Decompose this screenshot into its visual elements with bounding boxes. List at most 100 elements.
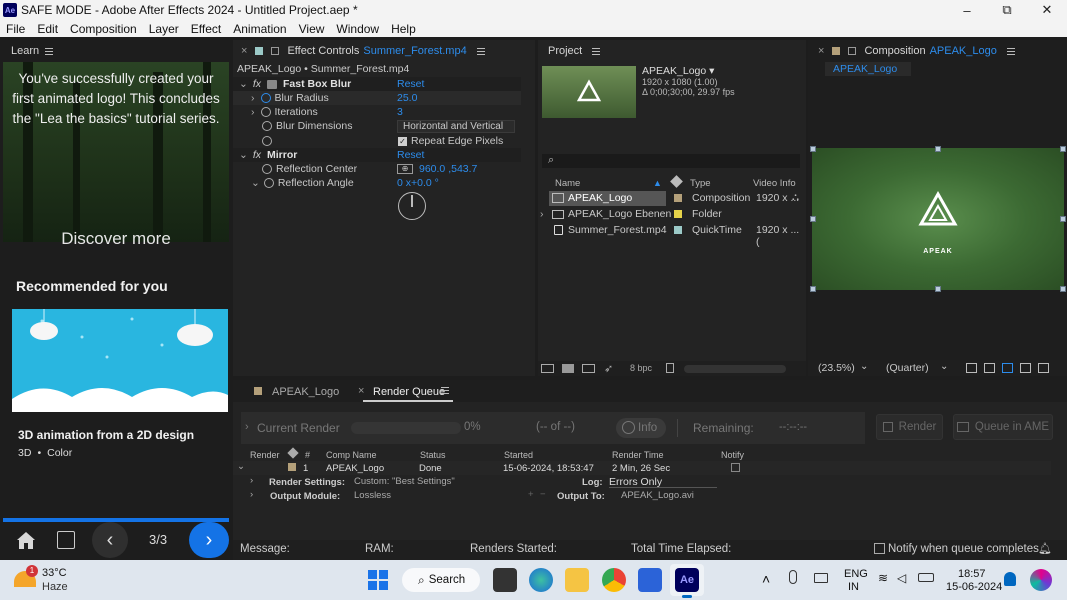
home-icon[interactable] [14,529,40,553]
keyboard-icon[interactable] [814,573,828,583]
expand-arrow-icon[interactable]: › [250,489,253,500]
expand-arrow-icon[interactable]: › [251,92,255,104]
after-effects-icon[interactable]: Ae [675,568,699,592]
recommended-card-thumbnail[interactable] [12,309,228,412]
stopwatch-icon[interactable] [262,121,272,131]
menu-effect[interactable]: Effect [185,22,227,36]
notify-queue-checkbox[interactable] [874,543,885,554]
close-tab-icon[interactable]: × [358,385,364,397]
render-button[interactable]: Render [876,414,943,440]
panel-menu-icon[interactable] [441,385,449,396]
transform-handle[interactable] [1060,216,1066,222]
project-row[interactable]: › APEAK_Logo Ebenen Folder [540,207,802,222]
expand-arrow-icon[interactable]: ⌄ [239,149,248,161]
notification-bell-icon[interactable] [1004,572,1016,586]
col-notify[interactable]: Notify [721,450,744,460]
next-button[interactable]: › [189,522,229,558]
taskbar-search[interactable]: ⌕ Search [402,568,480,592]
new-composition-icon[interactable] [582,364,595,373]
transform-handle[interactable] [1060,146,1066,152]
previous-button[interactable]: ‹ [92,522,128,558]
battery-icon[interactable] [918,573,934,582]
angle-dial[interactable] [398,192,426,220]
rq-item-row[interactable]: ⌄ 1 APEAK_Logo Done 15-06-2024, 18:53:47… [233,461,1051,475]
transform-handle[interactable] [810,146,816,152]
microphone-icon[interactable] [789,570,797,584]
close-tab-icon[interactable]: × [241,45,247,57]
chevron-down-icon[interactable]: ⌄ [860,361,868,372]
expand-arrow-icon[interactable]: ⌄ [239,78,248,90]
project-tab[interactable]: Project [548,45,582,57]
render-queue-icon[interactable]: ➶ [604,362,613,375]
transform-handle[interactable] [810,286,816,292]
col-name[interactable]: Name [555,178,580,189]
region-of-interest-icon[interactable] [1020,363,1031,373]
panel-menu-icon[interactable] [45,46,54,57]
file-explorer-icon[interactable] [565,568,589,592]
menu-edit[interactable]: Edit [31,22,64,36]
chevron-down-icon[interactable]: ⌄ [940,361,948,372]
clock-time[interactable]: 18:57 [958,568,986,580]
expand-arrow-icon[interactable]: ⌄ [237,461,245,472]
chrome-icon[interactable] [602,568,626,592]
col-started[interactable]: Started [504,450,533,460]
project-row[interactable]: APEAK_Logo Composition 1920 x ... ⛬ [540,191,802,206]
timeline-tab[interactable]: APEAK_Logo [272,386,339,398]
expand-arrow-icon[interactable]: › [540,208,544,220]
output-to-value[interactable]: APEAK_Logo.avi [621,490,694,501]
close-button[interactable]: ✕ [1027,0,1067,20]
menu-help[interactable]: Help [385,22,422,36]
fx-icon[interactable]: fx [253,149,261,161]
language-region[interactable]: IN [848,581,859,593]
panel-menu-icon[interactable] [1006,46,1015,57]
crosshair-icon[interactable]: ⊕ [397,164,413,174]
notification-bell-icon[interactable]: 🔔︎ [1038,542,1052,555]
menu-animation[interactable]: Animation [227,22,292,36]
notify-checkbox[interactable] [731,463,740,472]
learn-tab[interactable]: Learn [11,45,39,57]
expand-arrow-icon[interactable]: › [245,421,249,433]
lock-icon[interactable] [848,47,857,55]
temperature[interactable]: 33°C [42,567,67,579]
menu-layer[interactable]: Layer [143,22,185,36]
repeat-edge-checkbox[interactable]: ✓ [398,136,407,146]
effect-controls-layer[interactable]: Summer_Forest.mp4 [363,45,466,57]
flowchart-icon[interactable]: ⛬ [792,192,799,203]
panel-menu-icon[interactable] [476,46,485,57]
expand-arrow-icon[interactable]: › [251,106,255,118]
blur-radius-value[interactable]: 25.0 [397,92,417,104]
transparency-grid-icon[interactable] [984,363,995,373]
stopwatch-icon[interactable] [260,93,271,103]
maximize-button[interactable]: ⧉ [987,0,1027,20]
col-comp-name[interactable]: Comp Name [326,450,377,460]
add-output-icon[interactable]: + [528,489,534,500]
project-comp-name[interactable]: APEAK_Logo ▾ [642,65,714,77]
store-icon[interactable] [638,568,662,592]
panel-menu-icon[interactable] [592,46,601,57]
checklist-icon[interactable] [57,531,75,549]
minimize-button[interactable]: – [947,0,987,20]
grid-guides-icon[interactable] [1038,363,1049,373]
stopwatch-icon[interactable] [262,164,272,174]
mask-visibility-icon[interactable] [1002,363,1013,373]
fast-box-blur-reset[interactable]: Reset [397,78,424,90]
windows-start-icon[interactable] [368,570,388,590]
bpc-indicator[interactable]: 8 bpc [630,363,652,373]
label-tag-icon[interactable] [287,447,299,459]
fx-icon[interactable]: fx [253,78,261,90]
volume-icon[interactable]: ◁ [897,571,906,585]
stopwatch-icon[interactable] [262,136,272,146]
mirror-row[interactable]: ⌄ fx Mirror Reset [233,148,521,162]
col-number[interactable]: # [305,450,310,460]
resolution-dropdown[interactable]: (Quarter) [886,362,929,374]
comp-viewer[interactable]: APEAK [812,148,1064,290]
transform-handle[interactable] [935,146,941,152]
menu-composition[interactable]: Composition [64,22,143,36]
new-folder-icon[interactable] [562,364,574,373]
mirror-reset[interactable]: Reset [397,149,424,161]
iterations-value[interactable]: 3 [397,106,403,118]
col-render[interactable]: Render [250,450,280,460]
expand-arrow-icon[interactable]: ⌄ [251,177,260,189]
close-tab-icon[interactable]: × [818,45,824,57]
copilot-icon[interactable] [1030,569,1052,591]
